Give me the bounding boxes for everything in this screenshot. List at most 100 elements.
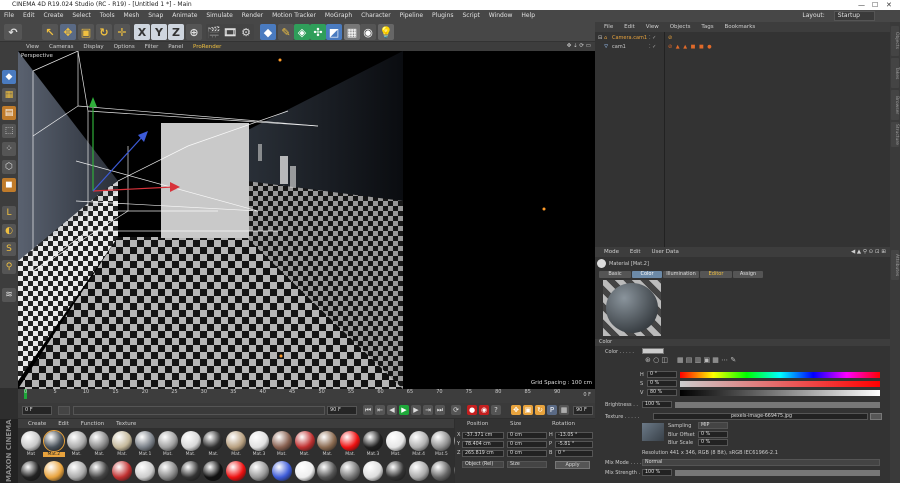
sampling-dropdown[interactable]: MIP	[698, 422, 728, 429]
mix-strength-field[interactable]: 100 %	[642, 469, 672, 476]
coord-mode-dropdown[interactable]: Object (Rel)	[462, 461, 504, 468]
key-scale-icon[interactable]: ▣	[523, 405, 533, 415]
material-swatch[interactable]	[135, 461, 155, 481]
material-swatch[interactable]	[89, 431, 110, 451]
start-frame-field[interactable]: 0 F	[22, 406, 52, 415]
goto-end-icon[interactable]: ⏭	[435, 405, 445, 415]
workplane-mode-icon[interactable]: ⬚	[2, 124, 16, 138]
obj-menu-view[interactable]: View	[646, 24, 659, 30]
render-picture-viewer-icon[interactable]: 🎞	[222, 24, 238, 40]
perspective-viewport[interactable]: Perspective Grid Spacing : 100 cm	[18, 51, 595, 389]
viewport-nav-icons[interactable]: ✥ ⇣ ⟳ ▭	[567, 42, 591, 51]
material-swatch[interactable]	[42, 430, 65, 452]
pen-icon[interactable]: ✎	[278, 24, 294, 40]
key-position-icon[interactable]: ✥	[511, 405, 521, 415]
array-icon[interactable]: ✣	[310, 24, 326, 40]
menu-tools[interactable]: Tools	[100, 12, 115, 19]
obj-menu-tags[interactable]: Tags	[701, 24, 713, 30]
value-field[interactable]: 80 %	[647, 389, 677, 396]
material-swatch[interactable]	[226, 461, 247, 481]
menu-motion-tracker[interactable]: Motion Tracker	[272, 12, 316, 19]
undo-icon[interactable]: ↶	[4, 24, 22, 40]
model-mode-icon[interactable]: ▦	[2, 88, 16, 102]
material-swatch[interactable]	[157, 431, 178, 451]
material-swatch[interactable]	[43, 461, 64, 481]
menu-create[interactable]: Create	[44, 12, 64, 19]
cube-icon[interactable]: ◆	[260, 24, 276, 40]
move-tool-icon[interactable]: ✥	[60, 24, 76, 40]
mat-menu-create[interactable]: Create	[28, 421, 46, 427]
apply-button[interactable]: Apply	[555, 461, 590, 469]
material-swatch[interactable]	[363, 461, 383, 481]
material-swatch[interactable]	[385, 461, 406, 481]
tab-assign[interactable]: Assign	[733, 271, 763, 278]
coord-rot-b[interactable]: 0 °	[555, 450, 593, 457]
next-frame-icon[interactable]: ▶	[411, 405, 421, 415]
vp-menu-prorender[interactable]: ProRender	[193, 44, 221, 50]
content-browser-tab[interactable]: Browser	[891, 90, 899, 120]
material-swatch[interactable]	[363, 431, 383, 451]
tweak-icon[interactable]: ◐	[2, 224, 16, 238]
menu-animate[interactable]: Animate	[172, 12, 197, 19]
object-name[interactable]: cam1	[612, 43, 626, 51]
material-swatch[interactable]	[21, 461, 41, 481]
menu-edit[interactable]: Edit	[23, 12, 35, 19]
attr-nav-icons[interactable]: ◀ ▲ ⚲ ⊙ ⊡ ⊞	[851, 247, 886, 257]
obj-menu-objects[interactable]: Objects	[670, 24, 691, 30]
objects-tab[interactable]: Objects	[891, 26, 899, 56]
coord-pos-y[interactable]: 78.404 cm	[462, 441, 504, 448]
tab-illumination[interactable]: Illumination	[663, 271, 699, 278]
material-swatch[interactable]	[21, 431, 41, 451]
material-swatch[interactable]	[203, 431, 224, 451]
object-manager-divider[interactable]	[664, 32, 665, 247]
vp-menu-cameras[interactable]: Cameras	[49, 44, 73, 50]
attr-menu-mode[interactable]: Mode	[604, 249, 619, 255]
render-view-icon[interactable]: 🎬	[206, 24, 222, 40]
expand-icon[interactable]: ⊟	[598, 34, 602, 42]
material-swatch[interactable]	[408, 461, 429, 481]
vp-menu-panel[interactable]: Panel	[168, 44, 183, 50]
planar-workplane-icon[interactable]: ≋	[2, 288, 16, 302]
menu-window[interactable]: Window	[489, 12, 513, 19]
material-swatch[interactable]	[317, 431, 338, 451]
edges-mode-icon[interactable]: ⬡	[2, 160, 16, 174]
rotate-tool-icon[interactable]: ↻	[96, 24, 112, 40]
object-row[interactable]: ⊟ ⌂ Camera.cam1 ⁚ ✓ ⊘	[595, 34, 890, 42]
menu-render[interactable]: Render	[242, 12, 263, 19]
minimize-button[interactable]: —	[858, 0, 865, 10]
tab-basic[interactable]: Basic	[599, 271, 631, 278]
material-swatch[interactable]	[408, 431, 429, 451]
coord-rot-h[interactable]: -13.05 °	[555, 432, 593, 439]
brightness-slider[interactable]	[675, 402, 880, 408]
maximize-button[interactable]: ☐	[872, 0, 878, 10]
y-axis-button[interactable]: Y	[151, 24, 167, 40]
menu-mograph[interactable]: MoGraph	[325, 12, 352, 19]
structure-tab[interactable]: Structure	[891, 122, 899, 147]
light-icon[interactable]: 💡	[378, 24, 394, 40]
snap-icon[interactable]: S	[2, 242, 16, 256]
material-swatch[interactable]	[89, 461, 110, 481]
enable-axis-icon[interactable]: L	[2, 206, 16, 220]
attributes-tab[interactable]: Attributes	[891, 250, 899, 280]
material-swatch[interactable]	[385, 431, 406, 451]
make-editable-icon[interactable]: ◆	[2, 70, 16, 84]
preview-range-slider[interactable]	[73, 406, 325, 415]
saturation-slider[interactable]	[680, 381, 880, 387]
texture-mode-icon[interactable]: ▤	[2, 106, 16, 120]
tag-icon[interactable]: ⊘	[668, 34, 672, 42]
coord-size-x[interactable]: 0 cm	[507, 432, 547, 439]
x-axis-button[interactable]: X	[134, 24, 150, 40]
key-rotation-icon[interactable]: ↻	[535, 405, 545, 415]
attr-menu-edit[interactable]: Edit	[630, 249, 641, 255]
material-swatch[interactable]	[135, 431, 155, 451]
select-arrow-icon[interactable]: ↖	[42, 24, 58, 40]
mix-strength-slider[interactable]	[675, 470, 880, 476]
saturation-field[interactable]: 0 %	[647, 380, 677, 387]
visibility-dots-icon[interactable]: ⁚ ✓	[649, 34, 656, 42]
material-swatch[interactable]	[294, 461, 315, 481]
material-swatch[interactable]	[249, 461, 269, 481]
material-swatch[interactable]	[66, 461, 87, 481]
layout-dropdown[interactable]: Startup	[833, 11, 875, 21]
camera-tags-icon[interactable]: ⊘ ▲ ▲ ■ ■ ●	[668, 43, 713, 51]
menu-mesh[interactable]: Mesh	[124, 12, 140, 19]
